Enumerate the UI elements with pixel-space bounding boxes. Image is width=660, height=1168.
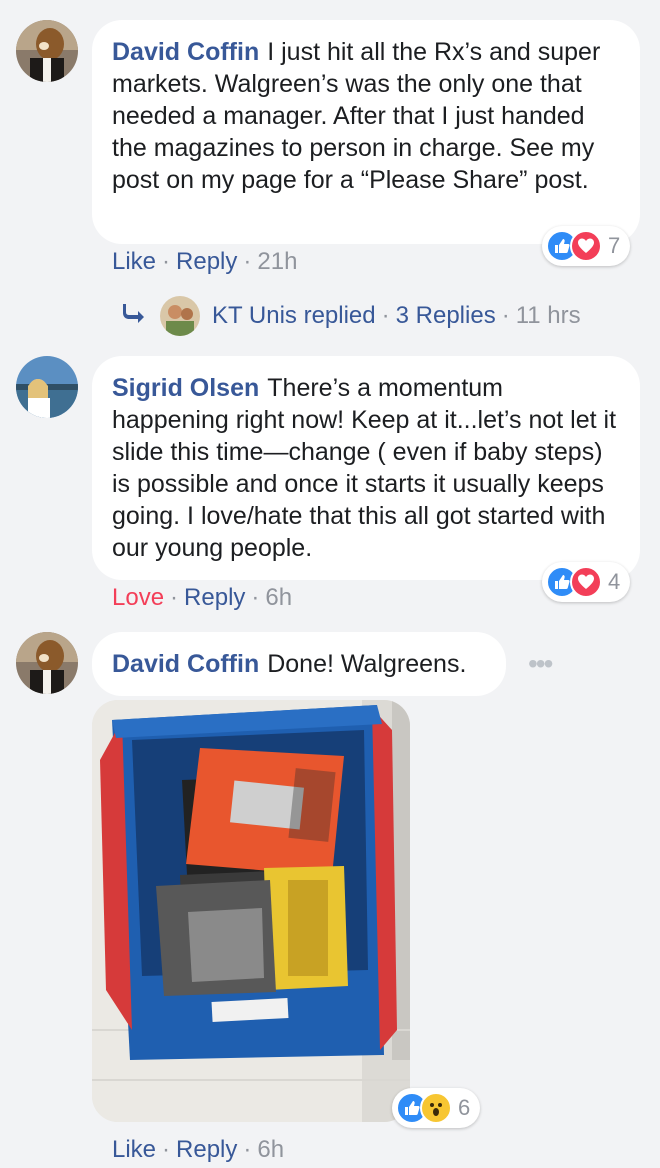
comment-timestamp[interactable]: 21h (257, 248, 297, 275)
separator: · (381, 302, 390, 329)
reply-button[interactable]: Reply (176, 248, 237, 275)
separator: · (162, 1136, 171, 1163)
comment-actions: Like · Reply · 6h (112, 1136, 284, 1164)
wow-icon (420, 1092, 452, 1124)
love-button[interactable]: Love (112, 584, 164, 611)
comment-timestamp[interactable]: 6h (265, 584, 292, 611)
replied-by-name[interactable]: KT Unis replied (212, 302, 376, 330)
avatar-sigrid-olsen[interactable] (16, 356, 78, 418)
comment-text: There’s a momentum happening right now! … (112, 374, 617, 562)
love-icon (570, 566, 602, 598)
separator: · (251, 584, 260, 611)
reply-button[interactable]: Reply (176, 1136, 237, 1163)
reaction-summary[interactable]: 4 (542, 562, 631, 602)
reaction-count: 6 (458, 1095, 471, 1120)
like-button[interactable]: Like (112, 1136, 156, 1163)
love-icon (570, 230, 602, 262)
comment-actions: Like · Reply · 21h (112, 248, 297, 276)
comment-photo[interactable] (92, 700, 410, 1122)
comment-timestamp[interactable]: 6h (257, 1136, 284, 1163)
comment-author[interactable]: David Coffin (112, 650, 259, 678)
comment-text: Done! Walgreens. (267, 650, 467, 678)
more-options-icon[interactable]: ••• (528, 648, 553, 680)
avatar-david-coffin[interactable] (16, 20, 78, 82)
separator: · (243, 248, 252, 275)
comment-author[interactable]: David Coffin (112, 38, 259, 66)
reaction-summary[interactable]: 7 (542, 226, 631, 266)
reaction-count: 4 (608, 569, 621, 594)
separator: · (170, 584, 179, 611)
comment-author[interactable]: Sigrid Olsen (112, 374, 259, 402)
avatar-david-coffin[interactable] (16, 632, 78, 694)
comment-bubble: David Coffin I just hit all the Rx’s and … (92, 20, 640, 244)
reply-button[interactable]: Reply (184, 584, 245, 611)
comment-bubble: David Coffin Done! Walgreens. (92, 632, 506, 696)
separator: · (162, 248, 171, 275)
avatar-kt-unis[interactable] (160, 296, 200, 336)
reply-arrow-icon (122, 302, 146, 331)
reaction-count: 7 (608, 233, 621, 258)
view-replies-link[interactable]: 3 Replies (396, 302, 496, 330)
separator: · (243, 1136, 252, 1163)
comment-actions: Love · Reply · 6h (112, 584, 292, 612)
replies-row[interactable]: KT Unis replied · 3 Replies · 11 hrs (122, 296, 581, 336)
like-button[interactable]: Like (112, 248, 156, 275)
replies-timestamp: 11 hrs (515, 302, 581, 329)
separator: · (501, 302, 510, 329)
comment-bubble: Sigrid Olsen There’s a momentum happening… (92, 356, 640, 580)
reaction-summary[interactable]: 6 (392, 1088, 481, 1128)
